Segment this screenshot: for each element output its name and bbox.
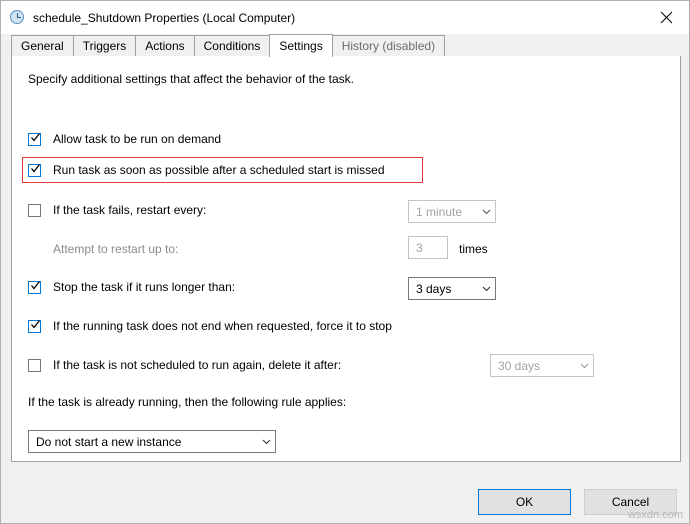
run-asap-label: Run task as soon as possible after a sch… <box>53 163 385 177</box>
chevron-down-icon <box>478 286 495 292</box>
tab-actions[interactable]: Actions <box>135 35 195 56</box>
restart-interval-combo[interactable]: 1 minute <box>408 200 496 223</box>
chevron-down-icon <box>576 363 593 369</box>
check-icon <box>30 163 41 174</box>
title-bar: schedule_Shutdown Properties (Local Comp… <box>1 1 689 34</box>
window-title: schedule_Shutdown Properties (Local Comp… <box>33 10 296 25</box>
attempt-restart-label: Attempt to restart up to: <box>53 242 179 256</box>
tab-strip: General Triggers Actions Conditions Sett… <box>11 34 680 57</box>
run-asap-checkbox[interactable] <box>28 163 41 177</box>
settings-panel: Specify additional settings that affect … <box>11 56 681 462</box>
tab-conditions[interactable]: Conditions <box>193 35 271 56</box>
attempt-restart-suffix: times <box>459 242 488 256</box>
check-icon <box>30 280 41 291</box>
chevron-down-icon <box>478 209 495 215</box>
delete-after-label: If the task is not scheduled to run agai… <box>53 358 342 372</box>
allow-on-demand-row[interactable]: Allow task to be run on demand <box>28 132 221 146</box>
task-properties-window: schedule_Shutdown Properties (Local Comp… <box>0 0 690 524</box>
allow-on-demand-checkbox[interactable] <box>28 132 41 146</box>
delete-after-checkbox[interactable] <box>28 358 41 372</box>
restart-on-fail-checkbox[interactable] <box>28 203 41 217</box>
force-stop-label: If the running task does not end when re… <box>53 319 392 333</box>
run-asap-row[interactable]: Run task as soon as possible after a sch… <box>28 163 385 177</box>
ok-button[interactable]: OK <box>478 489 571 515</box>
allow-on-demand-label: Allow task to be run on demand <box>53 132 222 146</box>
already-running-combo[interactable]: Do not start a new instance <box>28 430 276 453</box>
delete-after-row[interactable]: If the task is not scheduled to run agai… <box>28 358 341 372</box>
attempt-restart-value: 3 <box>416 240 423 255</box>
watermark: wsxdn.com <box>627 509 683 521</box>
tab-general[interactable]: General <box>11 35 74 56</box>
tab-history[interactable]: History (disabled) <box>331 35 446 56</box>
restart-interval-value: 1 minute <box>416 204 463 219</box>
clock-icon <box>10 9 26 26</box>
already-running-label: If the task is already running, then the… <box>28 395 347 409</box>
check-icon <box>30 132 41 143</box>
force-stop-row[interactable]: If the running task does not end when re… <box>28 319 392 333</box>
ok-button-label: OK <box>515 495 534 509</box>
stop-duration-combo[interactable]: 3 days <box>408 277 496 300</box>
stop-duration-value: 3 days <box>416 281 452 296</box>
force-stop-checkbox[interactable] <box>28 319 41 333</box>
attempt-restart-input[interactable]: 3 <box>408 236 448 259</box>
tab-triggers[interactable]: Triggers <box>72 35 137 56</box>
delete-after-combo[interactable]: 30 days <box>490 354 594 377</box>
settings-intro: Specify additional settings that affect … <box>28 72 354 86</box>
stop-if-longer-label: Stop the task if it runs longer than: <box>53 280 236 294</box>
restart-on-fail-row[interactable]: If the task fails, restart every: <box>28 203 206 217</box>
tab-settings[interactable]: Settings <box>269 34 333 57</box>
restart-on-fail-label: If the task fails, restart every: <box>53 203 207 217</box>
stop-if-longer-checkbox[interactable] <box>28 280 41 294</box>
chevron-down-icon <box>258 439 275 445</box>
delete-after-value: 30 days <box>498 358 541 373</box>
stop-if-longer-row[interactable]: Stop the task if it runs longer than: <box>28 280 235 294</box>
close-icon[interactable] <box>643 1 689 33</box>
already-running-value: Do not start a new instance <box>36 434 182 449</box>
cancel-button-label: Cancel <box>611 495 650 509</box>
check-icon <box>30 319 41 330</box>
